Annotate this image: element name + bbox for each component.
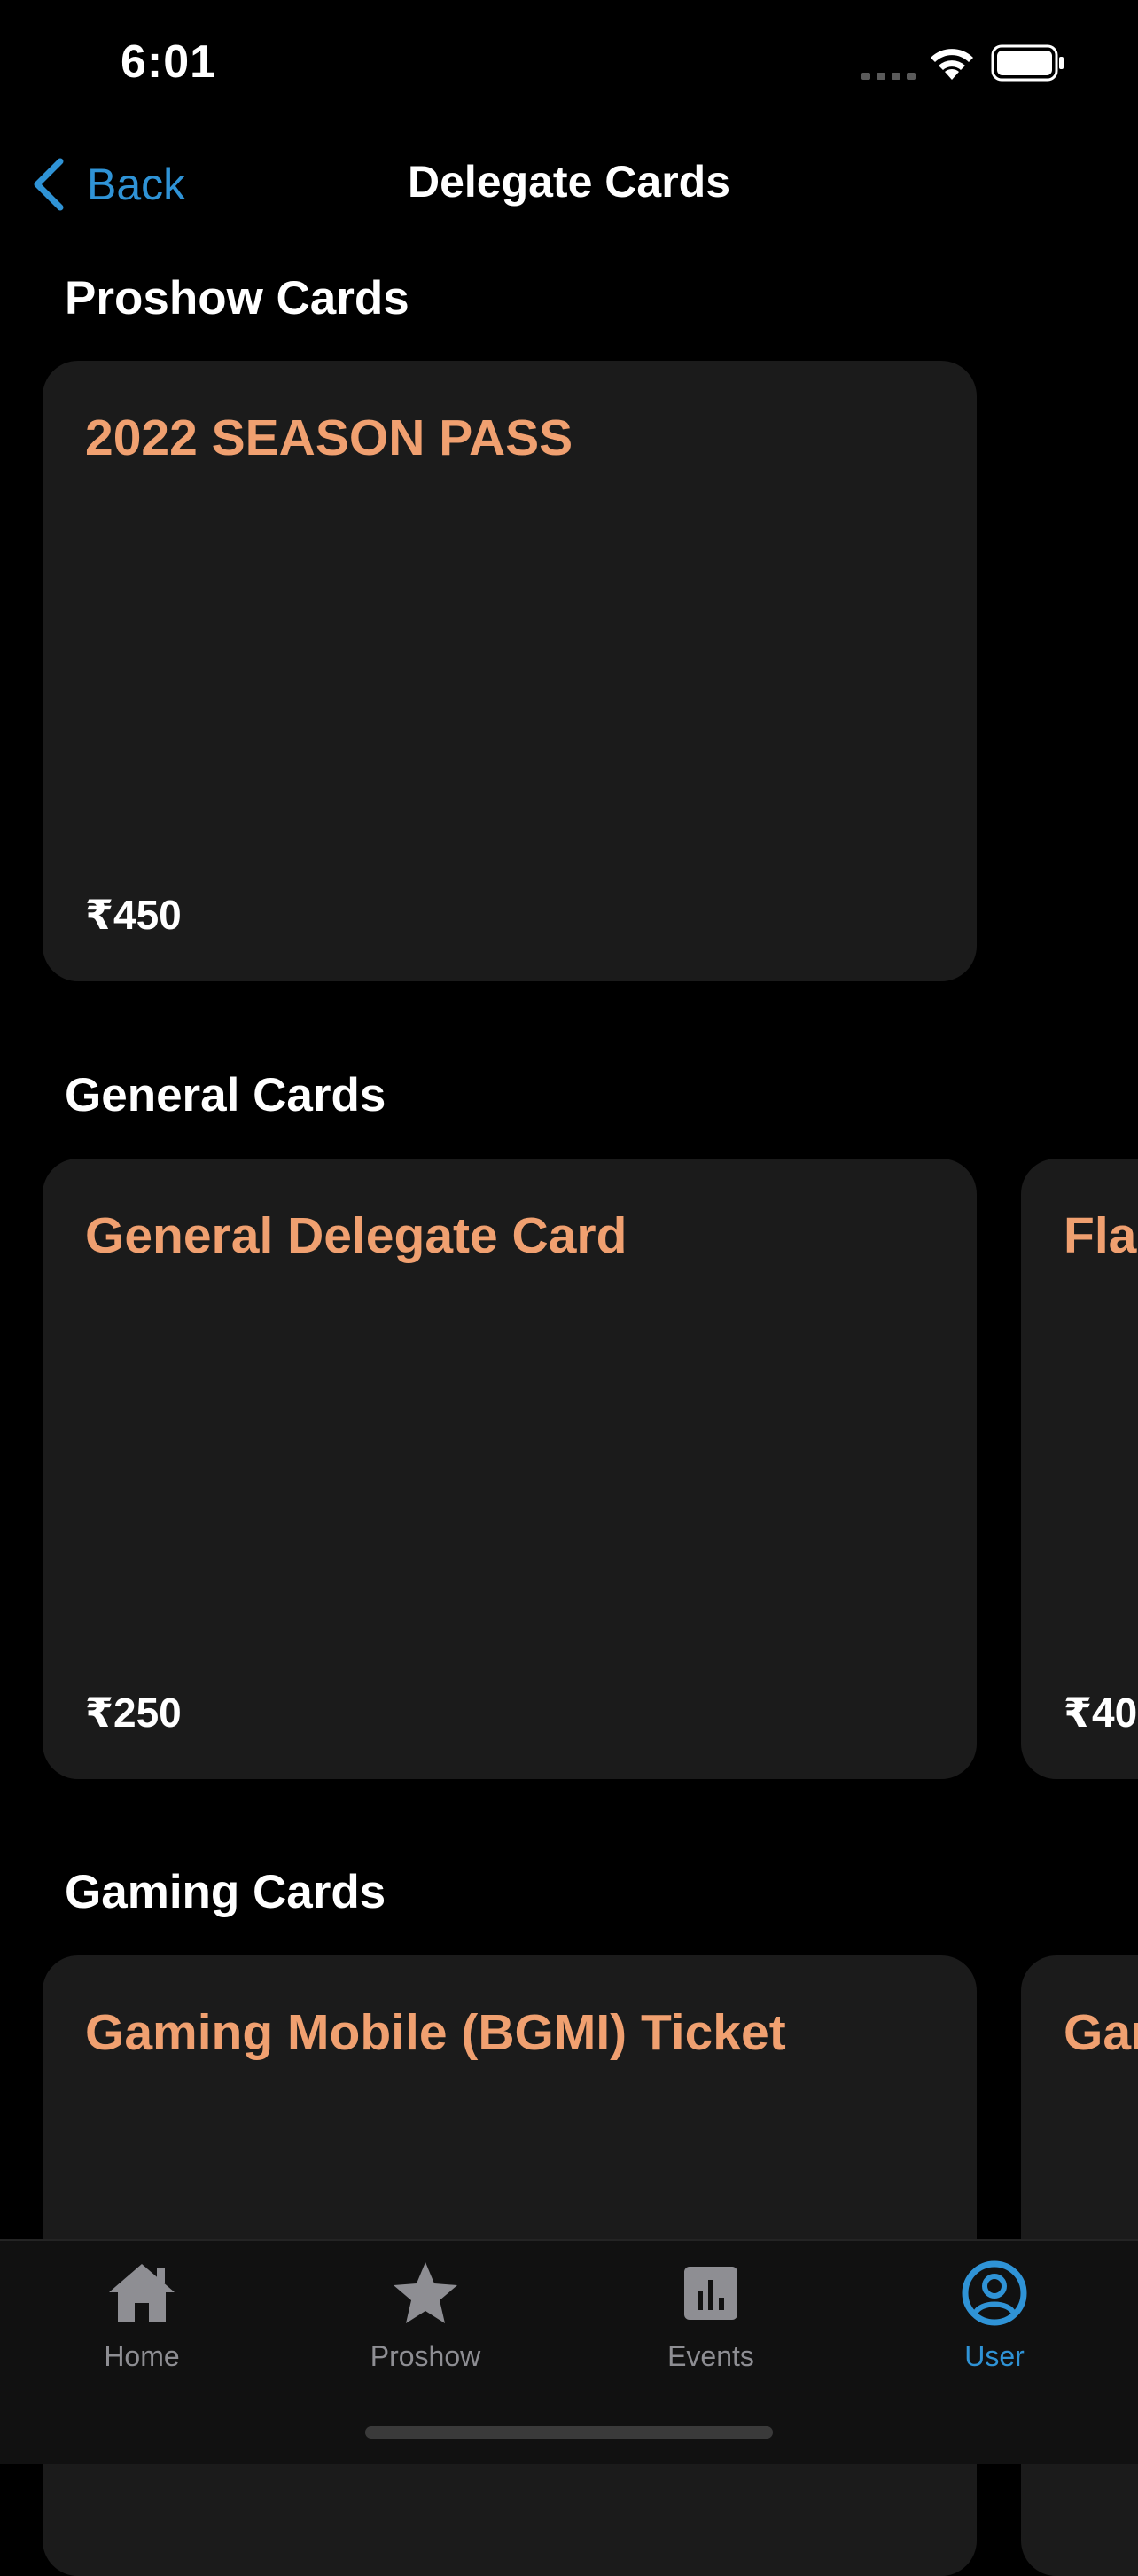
card-price: ₹450	[85, 892, 182, 938]
bar-chart-icon	[684, 2267, 737, 2320]
tab-home[interactable]: Home	[53, 2257, 230, 2390]
tab-label: User	[964, 2340, 1025, 2372]
battery-icon	[991, 44, 1064, 82]
card-general-delegate[interactable]: General Delegate Card ₹250	[43, 1159, 977, 1779]
tab-events[interactable]: Events	[622, 2257, 799, 2390]
star-icon	[394, 2262, 457, 2323]
tab-user[interactable]: User	[906, 2257, 1083, 2390]
section-title-general: General Cards	[65, 1069, 386, 1121]
card-title: Gar	[1064, 2004, 1138, 2061]
status-bar: 6:01	[0, 0, 1138, 133]
card-title: General Delegate Card	[85, 1207, 627, 1264]
section-title-gaming: Gaming Cards	[65, 1866, 386, 1918]
section-title-proshow: Proshow Cards	[65, 272, 409, 324]
tab-label: Proshow	[370, 2340, 481, 2372]
card-price: ₹250	[85, 1690, 182, 1736]
card-general-partial[interactable]: Fla ₹40	[1021, 1159, 1138, 1779]
card-title: 2022 SEASON PASS	[85, 410, 573, 466]
card-season-pass[interactable]: 2022 SEASON PASS ₹450	[43, 361, 977, 981]
card-price: ₹40	[1064, 1690, 1138, 1736]
page-title: Delegate Cards	[407, 157, 731, 207]
home-indicator[interactable]	[365, 2426, 773, 2439]
status-time: 6:01	[121, 36, 217, 88]
card-title: Gaming Mobile (BGMI) Ticket	[85, 2004, 786, 2061]
tab-label: Events	[667, 2340, 754, 2372]
tab-label: Home	[104, 2340, 180, 2372]
home-icon	[109, 2264, 175, 2322]
tab-proshow[interactable]: Proshow	[337, 2257, 514, 2390]
user-circle-icon	[962, 2260, 1027, 2326]
cellular-signal-icon	[861, 73, 916, 80]
wifi-icon	[931, 49, 973, 80]
card-title: Fla	[1064, 1207, 1137, 1264]
